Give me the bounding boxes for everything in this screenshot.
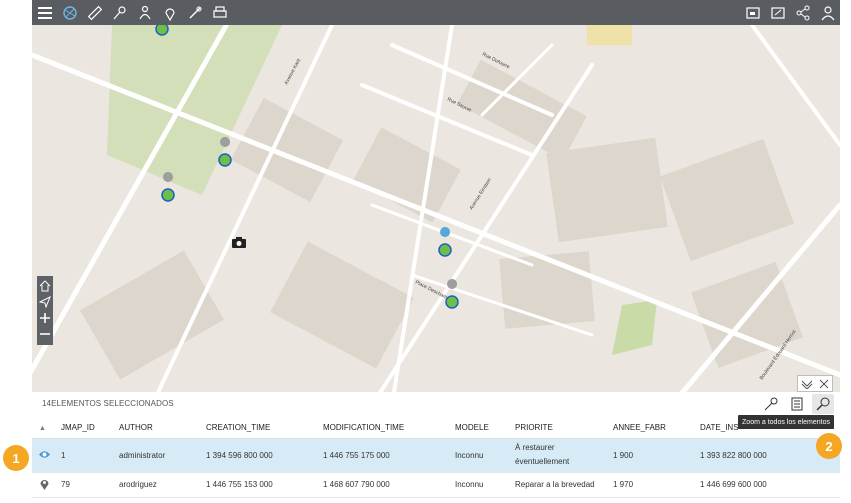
map-layers-icon[interactable]	[57, 0, 82, 25]
map-marker[interactable]	[161, 172, 175, 202]
map-marker[interactable]	[445, 279, 459, 309]
column-header[interactable]: MODIFICATION_TIME	[316, 417, 448, 439]
cell-date-ins: 1 446 699 600 000	[693, 472, 840, 498]
fullscreen-icon[interactable]	[740, 0, 765, 25]
table-header-row: ▲ JMAP_ID AUTHOR CREATION_TIME MODIFICAT…	[32, 417, 840, 439]
measure-icon[interactable]	[82, 0, 107, 25]
selection-count: 14ELEMENTOS SELECCIONADOS	[42, 399, 174, 408]
pin-tools-icon[interactable]	[107, 0, 132, 25]
cell-creation-time: 1 394 596 800 000	[199, 438, 316, 473]
column-header[interactable]: DATE_INS	[693, 417, 840, 439]
map-marker[interactable]	[438, 227, 452, 257]
cell-modele: Inconnu	[448, 438, 508, 473]
column-header[interactable]: AUTHOR	[112, 417, 199, 439]
column-header-sort[interactable]: ▲	[32, 417, 54, 439]
location-pin-icon[interactable]	[157, 0, 182, 25]
print-icon[interactable]	[207, 0, 232, 25]
map-canvas[interactable]: Avenue Kant Rue Dufourre Rue Sauvet Aven…	[32, 25, 840, 392]
row-icon[interactable]	[32, 438, 54, 473]
cell-priorite: Reparar a la brevedad	[508, 472, 606, 498]
cell-annee-fabr: 1 970	[606, 472, 693, 498]
menu-icon[interactable]	[32, 0, 57, 25]
table-view-icon[interactable]	[786, 394, 808, 414]
column-header[interactable]: CREATION_TIME	[199, 417, 316, 439]
home-icon[interactable]	[37, 278, 53, 294]
eye-icon	[39, 450, 50, 458]
zoom-out-icon[interactable]	[37, 326, 53, 342]
column-header[interactable]: JMAP_ID	[54, 417, 112, 439]
chevron-down-icon[interactable]	[800, 377, 814, 391]
table-row[interactable]: 1 administrator 1 394 596 800 000 1 446 …	[32, 438, 840, 473]
share-icon[interactable]	[790, 0, 815, 25]
street-label: Avenue Kant	[283, 57, 302, 86]
locate-selection-icon[interactable]	[760, 394, 782, 414]
cell-creation-time: 1 446 755 153 000	[199, 472, 316, 498]
map-marker[interactable]	[155, 25, 169, 36]
cell-author: arodriguez	[112, 472, 199, 498]
cell-annee-fabr: 1 900	[606, 438, 693, 473]
panel-actions	[760, 394, 834, 414]
edit-pin-icon[interactable]	[182, 0, 207, 25]
callout-badge: 2	[816, 433, 842, 459]
user-location-icon[interactable]	[132, 0, 157, 25]
map-nav-controls	[37, 276, 53, 345]
column-header[interactable]: MODELE	[448, 417, 508, 439]
top-toolbar	[32, 0, 840, 25]
results-table: ▲ JMAP_ID AUTHOR CREATION_TIME MODIFICAT…	[32, 417, 840, 498]
expand-icon[interactable]	[765, 0, 790, 25]
column-header[interactable]: PRIORITE	[508, 417, 606, 439]
cell-modification-time: 1 446 755 175 000	[316, 438, 448, 473]
results-panel: 14ELEMENTOS SELECCIONADOS Zoom a todos l…	[32, 392, 840, 503]
panel-collapse-controls	[797, 375, 833, 392]
row-icon[interactable]	[32, 472, 54, 498]
user-icon[interactable]	[815, 0, 840, 25]
map-view[interactable]: Avenue Kant Rue Dufourre Rue Sauvet Aven…	[32, 25, 840, 392]
cell-modification-time: 1 468 607 790 000	[316, 472, 448, 498]
street-label: Avenue Einstein	[469, 177, 493, 211]
zoom-in-icon[interactable]	[37, 310, 53, 326]
cell-jmap-id: 79	[54, 472, 112, 498]
cell-author: administrator	[112, 438, 199, 473]
navigate-icon[interactable]	[37, 294, 53, 310]
callout-badge: 1	[3, 445, 29, 471]
column-header[interactable]: ANNEE_FABR	[606, 417, 693, 439]
app-root: Avenue Kant Rue Dufourre Rue Sauvet Aven…	[0, 0, 851, 503]
location-pin-icon	[40, 479, 49, 490]
cell-priorite: À restaurer éventuellement	[508, 438, 606, 473]
cell-modele: Inconnu	[448, 472, 508, 498]
zoom-to-all-icon[interactable]	[812, 394, 834, 414]
close-icon[interactable]	[817, 377, 831, 391]
camera-icon[interactable]	[232, 237, 246, 248]
table-row[interactable]: 79 arodriguez 1 446 755 153 000 1 468 60…	[32, 472, 840, 498]
cell-jmap-id: 1	[54, 438, 112, 473]
